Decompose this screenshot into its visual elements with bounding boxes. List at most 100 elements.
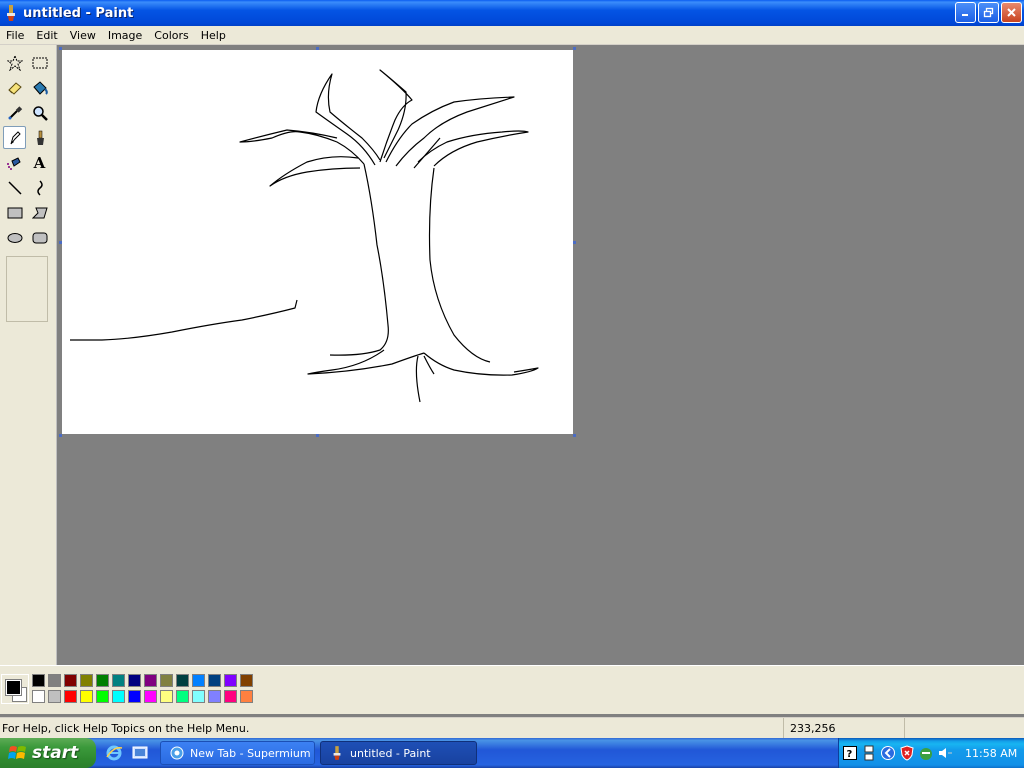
magnifier-icon [32, 105, 48, 121]
paint-app-icon[interactable] [3, 5, 19, 21]
line-tool[interactable] [3, 176, 26, 199]
drawing-canvas[interactable] [59, 47, 576, 437]
palette-swatch[interactable] [224, 674, 237, 687]
taskbar-button-supermium[interactable]: New Tab - Supermium [160, 741, 315, 765]
menu-help[interactable]: Help [195, 29, 232, 42]
palette-swatch[interactable] [32, 674, 45, 687]
palette-swatch[interactable] [48, 674, 61, 687]
help-icon[interactable]: ? [842, 745, 858, 761]
resize-handle-top-right[interactable] [573, 47, 576, 50]
status-coordinates: 233,256 [783, 718, 910, 738]
close-button[interactable] [1001, 2, 1022, 23]
menu-edit[interactable]: Edit [30, 29, 63, 42]
palette-swatch[interactable] [80, 690, 93, 703]
text-tool[interactable]: A [28, 151, 51, 174]
pencil-tool[interactable] [3, 126, 26, 149]
palette-swatch[interactable] [208, 690, 221, 703]
menu-colors[interactable]: Colors [148, 29, 194, 42]
fill-tool[interactable] [28, 76, 51, 99]
curve-tool[interactable] [28, 176, 51, 199]
star-select-icon [6, 54, 23, 71]
palette-swatch[interactable] [48, 690, 61, 703]
resize-handle-left[interactable] [59, 241, 62, 244]
windows-logo-icon [8, 746, 26, 759]
start-label: start [32, 743, 79, 763]
palette-swatch[interactable] [144, 674, 157, 687]
start-button[interactable]: start [0, 738, 96, 768]
palette-swatch[interactable] [32, 690, 45, 703]
resize-handle-right[interactable] [573, 241, 576, 244]
rectangle-icon [7, 207, 22, 218]
restore-button[interactable] [978, 2, 999, 23]
line-icon [7, 180, 22, 195]
current-colors[interactable] [1, 674, 29, 704]
resize-handle-top-left[interactable] [59, 47, 62, 50]
palette-swatch[interactable] [176, 674, 189, 687]
menu-file[interactable]: File [0, 29, 30, 42]
palette-swatch[interactable] [64, 674, 77, 687]
rectangle-tool[interactable] [3, 201, 26, 224]
taskbar-button-label: New Tab - Supermium [190, 746, 311, 760]
palette-swatch[interactable] [208, 674, 221, 687]
network-icon[interactable] [861, 745, 877, 761]
title-bar[interactable]: untitled - Paint [0, 0, 1024, 26]
taskbar: start New Tab - Supermium untitled - Pai… [0, 738, 1024, 768]
free-form-select-tool[interactable] [3, 51, 26, 74]
svg-text:?: ? [847, 749, 853, 760]
select-tool[interactable] [28, 51, 51, 74]
show-desktop-icon[interactable] [130, 743, 150, 763]
palette-swatch[interactable] [240, 690, 253, 703]
curve-icon [36, 179, 43, 196]
foreground-color-swatch [5, 679, 22, 696]
ellipse-tool[interactable] [3, 226, 26, 249]
palette-swatch[interactable] [80, 674, 93, 687]
menu-bar: File Edit View Image Colors Help [0, 26, 1024, 45]
rounded-rectangle-tool[interactable] [28, 226, 51, 249]
palette-swatch[interactable] [96, 690, 109, 703]
rect-select-icon [32, 57, 47, 68]
resize-handle-top[interactable] [316, 47, 319, 50]
color-box [0, 665, 1024, 714]
minimize-button[interactable] [955, 2, 976, 23]
palette-swatch[interactable] [176, 690, 189, 703]
palette-swatch[interactable] [112, 674, 125, 687]
palette-swatch[interactable] [224, 690, 237, 703]
magnifier-tool[interactable] [28, 101, 51, 124]
resize-handle-bottom[interactable] [316, 434, 319, 437]
eyedropper-icon [8, 105, 22, 119]
polygon-tool[interactable] [28, 201, 51, 224]
brush-icon [36, 130, 44, 145]
menu-view[interactable]: View [64, 29, 102, 42]
palette-swatch[interactable] [160, 690, 173, 703]
ellipse-icon [7, 232, 22, 243]
tool-options-box[interactable] [6, 256, 48, 322]
airbrush-tool[interactable] [3, 151, 26, 174]
rounded-rectangle-icon [32, 232, 47, 243]
resize-handle-bottom-right[interactable] [573, 434, 576, 437]
text-tool-icon: A [33, 153, 46, 172]
palette-swatch[interactable] [144, 690, 157, 703]
palette-swatch[interactable] [192, 690, 205, 703]
palette-swatch[interactable] [64, 690, 77, 703]
palette-swatch[interactable] [128, 690, 141, 703]
back-arrow-icon[interactable] [880, 745, 896, 761]
palette-swatch[interactable] [128, 674, 141, 687]
paint-icon [329, 745, 345, 761]
security-shield-icon[interactable] [899, 745, 915, 761]
internet-explorer-icon[interactable] [104, 743, 124, 763]
volume-icon[interactable] [937, 745, 953, 761]
workspace [57, 45, 1024, 665]
palette-swatch[interactable] [192, 674, 205, 687]
taskbar-button-paint[interactable]: untitled - Paint [320, 741, 477, 765]
windows-update-icon[interactable] [918, 745, 934, 761]
palette-swatch[interactable] [160, 674, 173, 687]
eraser-icon [7, 81, 22, 95]
resize-handle-bottom-left[interactable] [59, 434, 62, 437]
palette-swatch[interactable] [240, 674, 253, 687]
palette-swatch[interactable] [96, 674, 109, 687]
palette-swatch[interactable] [112, 690, 125, 703]
pick-color-tool[interactable] [3, 101, 26, 124]
brush-tool[interactable] [28, 126, 51, 149]
menu-image[interactable]: Image [102, 29, 148, 42]
eraser-tool[interactable] [3, 76, 26, 99]
